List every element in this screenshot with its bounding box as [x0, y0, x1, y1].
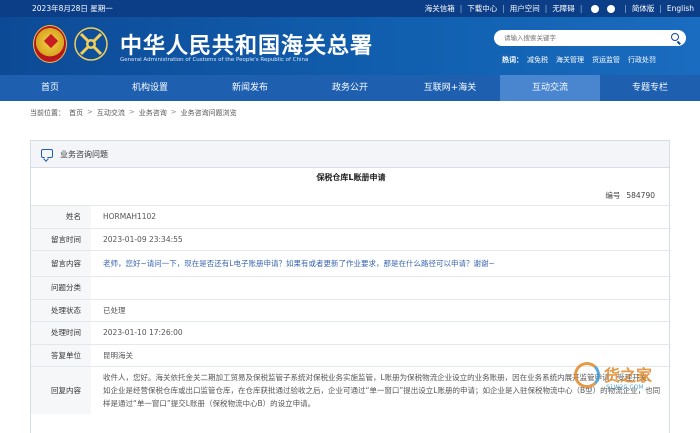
divider: | [544, 4, 548, 13]
message-time-value: 2023-01-09 23:34:55 [91, 227, 671, 251]
accessibility-link[interactable]: 无障碍 [552, 3, 575, 14]
hot-word-link[interactable]: 货运监管 [592, 55, 620, 65]
panel-header: 业务咨询问题 [31, 141, 669, 168]
user-space-link[interactable]: 用户空间 [510, 3, 540, 14]
message-time-label: 留言时间 [31, 227, 91, 251]
national-emblem-icon [33, 25, 67, 63]
hot-word-link[interactable]: 减免税 [527, 55, 548, 65]
status-label: 处理状态 [31, 298, 91, 322]
customs-emblem-icon [74, 27, 108, 61]
table-row: 问题分类 [31, 276, 671, 299]
weibo-icon[interactable] [591, 4, 600, 13]
question-number-value: 584790 [626, 191, 655, 200]
breadcrumb-prefix: 当前位置： [30, 109, 65, 117]
english-link[interactable]: English [667, 4, 694, 13]
nav-special-topics[interactable]: 专题专栏 [600, 75, 700, 101]
wechat-icon[interactable] [607, 4, 616, 13]
table-row: 处理时间 2023-01-10 17:26:00 [31, 321, 671, 344]
table-row: 处理状态 已处理 [31, 298, 671, 322]
table-row: 姓名 HORMAH1102 [31, 205, 671, 228]
search-box [494, 30, 686, 46]
status-value: 已处理 [91, 298, 671, 322]
watermark-icon [574, 362, 600, 388]
simplified-chinese-link[interactable]: 简体版 [632, 3, 655, 14]
main-nav: 首页 机构设置 新闻发布 政务公开 互联网+海关 互动交流 专题专栏 [0, 75, 700, 101]
nav-organization[interactable]: 机构设置 [100, 75, 200, 101]
divider: | [502, 4, 505, 13]
watermark-url: S1W2C.COM [606, 384, 644, 391]
reply-content-label: 回复内容 [31, 366, 91, 414]
question-number-label: 编号 [605, 191, 621, 200]
reply-unit-label: 答复单位 [31, 343, 91, 367]
name-value: HORMAH1102 [91, 205, 671, 228]
table-row: 留言内容 老师，您好~请问一下，现在是否还有L电子账册申请？如果有或者更新了作业… [31, 250, 671, 277]
divider: | [659, 4, 662, 13]
site-header: 中华人民共和国海关总署 General Administration of Cu… [0, 17, 700, 75]
mailbox-link[interactable]: 海关信箱 [425, 3, 455, 14]
breadcrumb-separator: > [87, 108, 93, 116]
hot-words: 热词： 减免税 海关管理 货运监管 行政处罚 [502, 55, 664, 65]
breadcrumb-separator: > [128, 108, 135, 116]
category-label: 问题分类 [31, 276, 91, 299]
hot-word-link[interactable]: 海关管理 [556, 55, 584, 65]
process-time-value: 2023-01-10 17:26:00 [91, 321, 671, 344]
breadcrumb-current: 业务咨询问题浏览 [180, 109, 237, 117]
process-time-label: 处理时间 [31, 321, 91, 344]
divider: | [624, 4, 627, 13]
divider: | [579, 4, 583, 13]
panel-title: 业务咨询问题 [60, 150, 108, 159]
watermark-text: 货之家 [604, 366, 653, 385]
current-date: 2023年8月28日 星期一 [32, 4, 113, 13]
message-content-label: 留言内容 [31, 250, 91, 277]
divider: | [459, 4, 463, 13]
search-icon[interactable] [671, 33, 679, 41]
name-label: 姓名 [31, 205, 91, 228]
nav-home[interactable]: 首页 [0, 75, 100, 101]
hot-word-link[interactable]: 行政处罚 [628, 55, 656, 65]
table-row: 留言时间 2023-01-09 23:34:55 [31, 227, 671, 251]
question-number: 编号 584790 [605, 190, 655, 201]
breadcrumb-separator: > [170, 108, 177, 116]
chat-bubble-icon [41, 149, 53, 158]
site-subtitle: General Administration of Customs of the… [120, 57, 309, 63]
top-links: 海关信箱 | 下载中心 | 用户空间 | 无障碍 | | 简体版 | Engli… [425, 3, 694, 14]
category-value [91, 276, 671, 299]
download-center-link[interactable]: 下载中心 [467, 3, 497, 14]
top-utility-bar: 2023年8月28日 星期一 海关信箱 | 下载中心 | 用户空间 | 无障碍 … [0, 0, 700, 17]
breadcrumb-interaction[interactable]: 互动交流 [97, 108, 125, 118]
nav-news[interactable]: 新闻发布 [200, 75, 300, 101]
breadcrumb-home[interactable]: 首页 [69, 108, 83, 118]
nav-interaction[interactable]: 互动交流 [500, 75, 600, 101]
watermark-logo: 货之家 S1W2C.COM [574, 360, 684, 400]
breadcrumb-consultation[interactable]: 业务咨询 [139, 108, 167, 118]
nav-government-affairs[interactable]: 政务公开 [300, 75, 400, 101]
question-title: 保税仓库L账册申请 [316, 173, 386, 182]
message-content-value: 老师，您好~请问一下，现在是否还有L电子账册申请？如果有或者更新了作业要求，那是… [91, 250, 671, 277]
site-title: 中华人民共和国海关总署 [120, 33, 374, 59]
nav-internet-customs[interactable]: 互联网+海关 [400, 75, 500, 101]
breadcrumb: 当前位置： 首页 > 互动交流 > 业务咨询 > 业务咨询问题浏览 [30, 108, 241, 118]
hot-words-label: 热词： [502, 56, 523, 64]
search-input[interactable] [504, 32, 664, 44]
